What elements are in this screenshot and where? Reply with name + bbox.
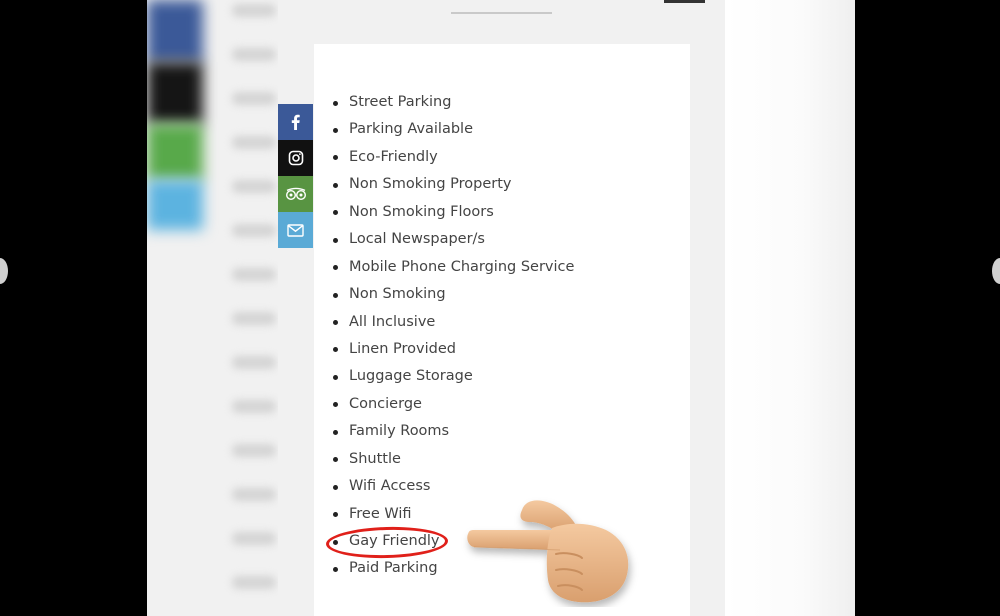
next-arrow-icon[interactable]	[992, 258, 1000, 284]
blurred-text-line	[232, 312, 276, 325]
bullet-icon	[333, 566, 338, 572]
amenity-label: Concierge	[349, 395, 422, 412]
amenity-item: Non Smoking	[314, 281, 574, 308]
amenity-label: Free Wifi	[349, 505, 412, 522]
email-icon	[287, 223, 304, 237]
blurred-tripadvisor-tile	[147, 124, 203, 180]
bullet-icon	[333, 155, 338, 161]
blurred-text-line	[232, 180, 276, 193]
bullet-icon	[333, 320, 338, 325]
bullet-icon	[333, 182, 338, 188]
blurred-text-line	[232, 356, 276, 369]
blurred-email-tile	[147, 180, 203, 230]
bullet-icon	[333, 265, 338, 271]
amenity-label: Luggage Storage	[349, 368, 473, 385]
amenity-label: Wifi Access	[349, 478, 431, 495]
amenity-label: Eco-Friendly	[349, 148, 438, 165]
amenity-label: Non Smoking Floors	[349, 203, 494, 220]
blurred-text-line	[232, 136, 276, 149]
amenity-label: Paid Parking	[349, 560, 438, 577]
blurred-text-line	[232, 48, 276, 61]
blurred-text-line	[232, 4, 276, 17]
right-panel	[725, 0, 855, 616]
instagram-button[interactable]	[278, 140, 313, 176]
amenity-item: Street Parking	[314, 89, 574, 116]
amenity-label: Non Smoking Property	[349, 176, 512, 193]
bullet-icon	[333, 429, 338, 435]
email-button[interactable]	[278, 212, 313, 248]
amenity-label: All Inclusive	[349, 313, 436, 330]
bullet-icon	[333, 457, 338, 463]
amenity-item: All Inclusive	[314, 309, 574, 336]
amenity-item: Local Newspaper/s	[314, 226, 574, 253]
blurred-text-line	[232, 488, 276, 501]
amenity-item: Non Smoking Floors	[314, 199, 574, 226]
bullet-icon	[333, 484, 338, 490]
amenity-item: Mobile Phone Charging Service	[314, 254, 574, 281]
tripadvisor-button[interactable]	[278, 176, 313, 212]
amenity-item: Family Rooms	[314, 418, 574, 445]
tripadvisor-icon	[285, 187, 306, 201]
amenity-item: Linen Provided	[314, 336, 574, 363]
blurred-text-line	[232, 576, 276, 589]
bullet-icon	[333, 237, 338, 243]
bullet-icon	[333, 512, 338, 518]
bullet-icon	[333, 292, 338, 298]
facebook-icon	[291, 114, 300, 130]
facebook-button[interactable]	[278, 104, 313, 140]
amenity-label: Street Parking	[349, 94, 452, 110]
bullet-icon	[333, 100, 338, 106]
blurred-text-line	[232, 400, 276, 413]
bullet-icon	[333, 402, 338, 408]
amenity-item: Non Smoking Property	[314, 171, 574, 198]
blurred-sidebar	[147, 0, 278, 616]
blurred-text-line	[232, 532, 276, 545]
amenity-label: Parking Available	[349, 121, 474, 138]
amenity-item: Luggage Storage	[314, 363, 574, 390]
bullet-icon	[333, 347, 338, 353]
social-share-bar	[278, 104, 313, 248]
blurred-text-line	[232, 92, 276, 105]
amenity-label: Linen Provided	[349, 340, 456, 357]
blurred-text-line	[232, 268, 276, 281]
amenity-label: Shuttle	[349, 450, 401, 467]
amenity-item: Eco-Friendly	[314, 144, 574, 171]
blurred-text-line	[232, 224, 276, 237]
top-tab[interactable]	[664, 0, 705, 3]
amenity-label: Family Rooms	[349, 423, 450, 440]
section-heading-underline	[451, 12, 552, 14]
blurred-instagram-tile	[147, 62, 203, 124]
instagram-icon	[288, 150, 303, 166]
pointing-hand-icon	[467, 500, 629, 603]
amenity-item: Shuttle	[314, 446, 574, 473]
amenity-label: Local Newspaper/s	[349, 231, 485, 248]
blurred-facebook-tile	[147, 0, 203, 62]
bullet-icon	[333, 374, 338, 380]
previous-arrow-icon[interactable]	[0, 258, 8, 284]
bullet-icon	[333, 127, 338, 133]
amenity-item: Parking Available	[314, 116, 574, 143]
blurred-text-line	[232, 444, 276, 457]
amenity-label: Mobile Phone Charging Service	[349, 258, 575, 275]
amenity-label: Non Smoking	[349, 286, 446, 303]
bullet-icon	[333, 210, 338, 216]
amenity-item: Concierge	[314, 391, 574, 418]
